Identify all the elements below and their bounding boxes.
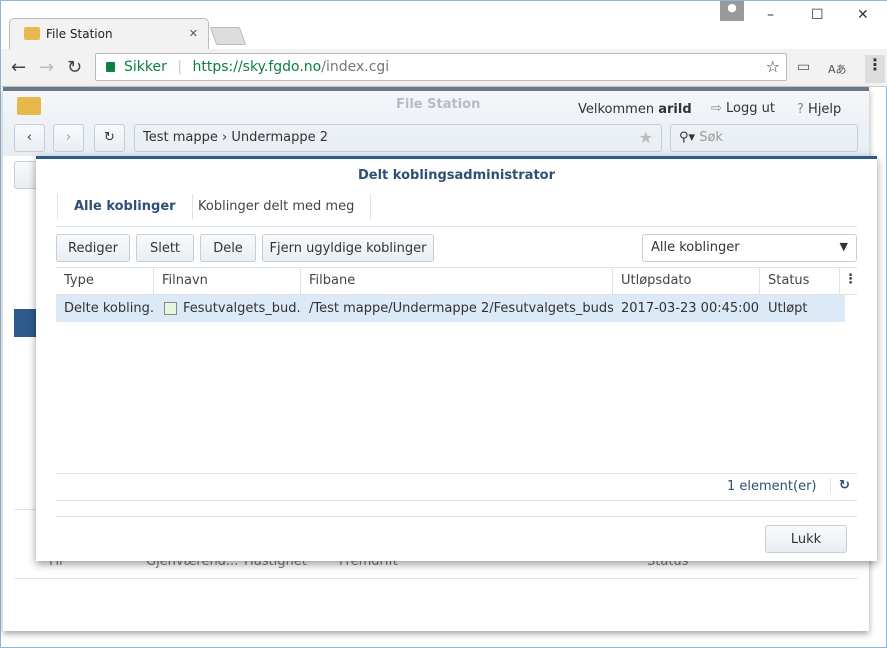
breadcrumb[interactable]: Test mappe › Undermappe 2 ★ [134,124,662,152]
cell-status: Utløpt [768,301,808,316]
menu-icon[interactable]: ⋮ [865,55,885,83]
cell-type: Delte kobling... [64,301,154,316]
browser-tab[interactable]: File Station ✕ [9,18,209,49]
column-path[interactable]: Filbane [301,267,613,295]
forward-icon[interactable]: → [39,57,54,78]
breadcrumb-item[interactable]: Undermappe 2 [231,130,328,145]
secure-label: Sikker [124,59,167,75]
chevron-down-icon: ▼ [839,240,848,253]
profile-icon[interactable]: ● [720,1,744,21]
cell-path: /Test mappe/Undermappe 2/Fesutvalgets_bu… [309,301,613,316]
close-tab-icon[interactable]: ✕ [189,27,198,40]
translate-icon[interactable]: Aあ [828,61,847,77]
search-field[interactable]: ⚲▾ Søk [670,124,858,152]
column-menu-icon[interactable]: ⋮ [844,272,857,287]
close-button[interactable]: Lukk [765,525,847,553]
logout-link[interactable]: ⇨ Logg ut [711,101,775,116]
tab-title: File Station [46,27,113,41]
dialog-divider [56,516,857,517]
column-status[interactable]: Status [760,267,840,295]
tab-shared-with-me[interactable]: Koblinger delt med meg [182,194,372,219]
new-tab-button[interactable] [209,27,247,45]
back-icon[interactable]: ← [11,57,26,78]
nav-back-button[interactable]: ‹ [14,124,45,152]
maximize-button[interactable]: ☐ [811,7,824,23]
cast-icon[interactable]: ▭ [797,59,810,75]
cell-filename: Fesutvalgets_bud... [183,301,301,316]
url-host: https://sky.fgdo.no [192,59,322,75]
logout-icon: ⇨ [711,101,722,116]
minimize-button[interactable]: – [767,7,774,23]
lock-icon [106,62,115,72]
app-title: File Station [396,97,481,112]
refresh-list-icon[interactable]: ↻ [830,478,850,493]
search-icon: ⚲▾ [679,130,696,145]
column-expiry[interactable]: Utløpsdato [613,267,760,295]
remove-invalid-links-button[interactable]: Fjern ugyldige koblinger [262,234,434,262]
item-count: 1 element(er) [727,479,817,494]
file-station-logo-icon [17,97,41,115]
column-type[interactable]: Type [56,267,154,295]
refresh-button[interactable]: ↻ [94,124,125,152]
url-path: /index.cgi [321,59,390,75]
welcome-text: Velkommen arild [578,102,692,117]
help-icon: ? [797,102,804,117]
edit-button[interactable]: Rediger [56,234,130,262]
folder-icon [24,27,40,40]
column-filename[interactable]: Filnavn [154,267,301,295]
cell-expiry: 2017-03-23 00:45:00 [621,301,760,316]
reload-icon[interactable]: ↻ [67,57,82,78]
close-window-button[interactable]: ✕ [857,7,869,23]
share-button[interactable]: Dele [200,234,256,262]
breadcrumb-item[interactable]: Test mappe [143,130,218,145]
delete-button[interactable]: Slett [136,234,194,262]
link-filter-select[interactable]: Alle koblinger ▼ [642,234,857,262]
address-bar[interactable]: Sikker | https://sky.fgdo.no/index.cgi ☆ [95,53,787,81]
bookmark-star-icon[interactable]: ☆ [766,57,780,76]
nav-forward-button[interactable]: › [53,124,84,152]
help-link[interactable]: ? Hjelp [797,102,841,117]
favorite-star-icon[interactable]: ★ [639,128,653,147]
dialog-title: Delt koblingsadministrator [357,168,556,183]
tab-all-links[interactable]: Alle koblinger [57,194,193,219]
